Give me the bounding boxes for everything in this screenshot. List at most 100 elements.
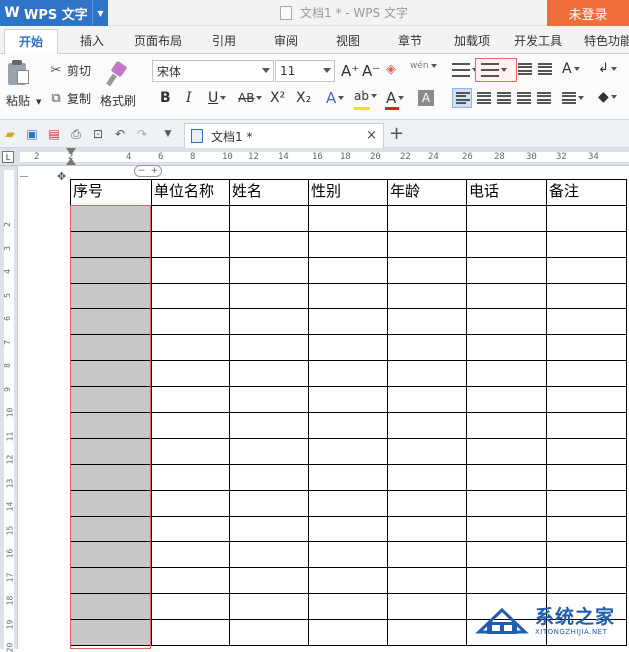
- table-cell[interactable]: [387, 230, 467, 258]
- table-cell[interactable]: [308, 489, 388, 517]
- table-cell[interactable]: [387, 593, 467, 621]
- table-cell[interactable]: [387, 308, 467, 336]
- table-cell[interactable]: [229, 541, 309, 569]
- table-cell[interactable]: [308, 308, 388, 336]
- table-cell[interactable]: [546, 386, 627, 414]
- font-family-select[interactable]: 宋体: [152, 60, 274, 82]
- table-cell[interactable]: [466, 308, 547, 336]
- table-cell[interactable]: [151, 360, 230, 388]
- sort-button[interactable]: ↲: [598, 61, 617, 76]
- print-icon[interactable]: ⎙: [68, 126, 84, 142]
- format-painter-button[interactable]: 格式刷: [100, 60, 136, 109]
- grow-font-button[interactable]: A⁺: [341, 62, 359, 80]
- phonetic-guide-button[interactable]: wén: [410, 61, 437, 71]
- table-cell[interactable]: [466, 567, 547, 595]
- tab-addins[interactable]: 加载项: [454, 32, 490, 49]
- table-cell[interactable]: [546, 282, 627, 310]
- table-cell[interactable]: [229, 334, 309, 362]
- table-cell[interactable]: [151, 256, 230, 284]
- table-cell[interactable]: [229, 230, 309, 258]
- document-tab[interactable]: 文档1 * ×: [184, 123, 384, 148]
- table-cell[interactable]: [387, 386, 467, 414]
- table-cell[interactable]: [151, 230, 230, 258]
- table-cell[interactable]: [546, 360, 627, 388]
- distribute-button[interactable]: [537, 92, 551, 104]
- font-size-select[interactable]: 11: [275, 60, 335, 82]
- table-cell[interactable]: [387, 437, 467, 465]
- strikethrough-button[interactable]: AB: [238, 91, 263, 105]
- table-cell-selected[interactable]: [70, 463, 152, 491]
- table-move-handle-icon[interactable]: ✥: [57, 170, 66, 183]
- undo-icon[interactable]: ↶: [112, 126, 128, 142]
- table-cell[interactable]: [229, 204, 309, 232]
- table-cell[interactable]: [229, 619, 309, 647]
- table-cell[interactable]: [308, 619, 388, 647]
- table-cell[interactable]: [151, 463, 230, 491]
- table-cell[interactable]: [151, 308, 230, 336]
- table-cell[interactable]: [466, 282, 547, 310]
- table-cell[interactable]: [151, 282, 230, 310]
- table-cell[interactable]: [466, 334, 547, 362]
- table-cell[interactable]: [308, 256, 388, 284]
- login-button[interactable]: 未登录: [547, 0, 629, 26]
- table-cell[interactable]: [466, 204, 547, 232]
- table-cell[interactable]: [308, 386, 388, 414]
- table-cell-selected[interactable]: [70, 593, 152, 621]
- table-cell[interactable]: [229, 463, 309, 491]
- table-header-cell[interactable]: 序号: [70, 179, 152, 206]
- table-cell[interactable]: [308, 360, 388, 388]
- table-cell[interactable]: [151, 437, 230, 465]
- table-cell[interactable]: [229, 412, 309, 439]
- table-cell[interactable]: [546, 437, 627, 465]
- tab-page-layout[interactable]: 页面布局: [134, 32, 182, 49]
- table-cell[interactable]: [229, 489, 309, 517]
- table-cell[interactable]: [387, 567, 467, 595]
- new-tab-button[interactable]: +: [389, 123, 404, 144]
- table-cell[interactable]: [229, 282, 309, 310]
- export-pdf-icon[interactable]: ▤: [46, 126, 62, 142]
- table-cell[interactable]: [151, 541, 230, 569]
- table-cell[interactable]: [308, 230, 388, 258]
- app-menu-button[interactable]: W WPS 文字 ▼: [0, 0, 108, 26]
- table-cell[interactable]: [546, 230, 627, 258]
- clear-format-icon[interactable]: ◈: [386, 62, 396, 77]
- table-cell[interactable]: [466, 386, 547, 414]
- table-cell-selected[interactable]: [70, 412, 152, 439]
- table-cell[interactable]: [308, 463, 388, 491]
- table-cell[interactable]: [546, 515, 627, 543]
- tab-special[interactable]: 特色功能: [584, 32, 629, 49]
- bold-button[interactable]: B: [160, 90, 171, 106]
- table-cell-selected[interactable]: [70, 256, 152, 284]
- tab-review[interactable]: 审阅: [274, 32, 298, 49]
- italic-button[interactable]: I: [186, 90, 192, 106]
- copy-button[interactable]: ⧉ 复制: [48, 90, 91, 107]
- table-cell[interactable]: [151, 567, 230, 595]
- cut-button[interactable]: ✂ 剪切: [48, 62, 91, 79]
- table-cell[interactable]: [151, 489, 230, 517]
- print-preview-icon[interactable]: ⊡: [90, 126, 106, 142]
- redo-icon[interactable]: ↷: [134, 126, 150, 142]
- table-cell[interactable]: [308, 437, 388, 465]
- table-cell[interactable]: [229, 567, 309, 595]
- subscript-button[interactable]: X₂: [296, 90, 311, 106]
- first-line-indent-marker[interactable]: [66, 148, 76, 155]
- table-cell[interactable]: [466, 463, 547, 491]
- table-cell[interactable]: [308, 334, 388, 362]
- table-cell[interactable]: [151, 619, 230, 647]
- table-cell[interactable]: [387, 334, 467, 362]
- table-cell[interactable]: [229, 308, 309, 336]
- table-header-cell[interactable]: 备注: [546, 179, 627, 206]
- table-cell[interactable]: [387, 204, 467, 232]
- superscript-button[interactable]: X²: [270, 90, 285, 106]
- table-cell[interactable]: [546, 308, 627, 336]
- table-cell[interactable]: [387, 282, 467, 310]
- table-header-cell[interactable]: 性别: [308, 179, 388, 206]
- table-cell[interactable]: [546, 412, 627, 439]
- table-cell[interactable]: [151, 412, 230, 439]
- open-folder-icon[interactable]: ▰: [2, 126, 18, 142]
- paste-button[interactable]: 粘贴: [6, 60, 30, 109]
- tab-references[interactable]: 引用: [212, 32, 236, 49]
- table-cell[interactable]: [466, 437, 547, 465]
- tab-chapter[interactable]: 章节: [398, 32, 422, 49]
- table-cell[interactable]: [151, 515, 230, 543]
